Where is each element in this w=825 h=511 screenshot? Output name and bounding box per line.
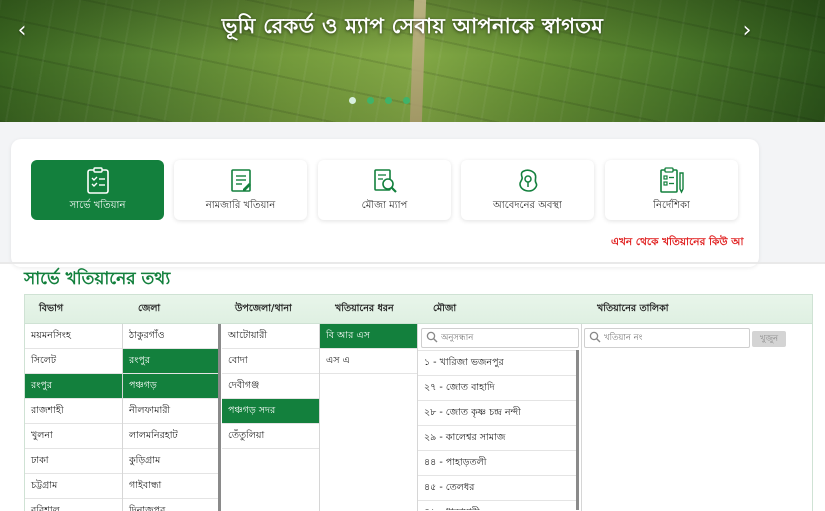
upazila-list: আটোয়ারী বোদা দেবীগঞ্জ পঞ্চগড় সদর তেঁতু… — [222, 324, 320, 511]
service-guideline[interactable]: নির্দেশিকা — [605, 160, 738, 220]
slider-dot[interactable] — [367, 97, 374, 104]
upazila-item[interactable]: পঞ্চগড় সদর — [222, 399, 319, 424]
divider — [0, 262, 825, 264]
banner-title: ভূমি রেকর্ড ও ম্যাপ সেবায় আপনাকে স্বাগত… — [221, 14, 604, 38]
mouza-item[interactable]: ২৮ - জোত কৃষ্ণ চন্দ্র নন্দী — [418, 401, 576, 426]
mouza-item[interactable]: ৪৪ - পাহাড়তলী — [418, 451, 576, 476]
mouza-map-icon — [373, 169, 397, 193]
division-item[interactable]: ঢাকা — [25, 449, 122, 474]
table-header: বিভাগ জেলা উপজেলা/থানা খতিয়ানের ধরন মৌজ… — [25, 295, 812, 324]
header-district: জেলা — [138, 303, 161, 314]
service-label: আবেদনের অবস্থা — [493, 200, 562, 211]
notice-marquee[interactable]: এখন থেকে খতিয়ানের কিউ আ — [611, 235, 743, 252]
division-item[interactable]: খুলনা — [25, 424, 122, 449]
header-mouza: মৌজা — [433, 303, 457, 314]
search-icon — [589, 331, 601, 343]
hero-banner: ভূমি রেকর্ড ও ম্যাপ সেবায় আপনাকে স্বাগত… — [0, 0, 825, 122]
chevron-left-icon[interactable]: ‹ — [12, 18, 32, 43]
district-list[interactable]: ঠাকুরগাঁও রংপুর পঞ্চগড় নীলফামারী লালমনি… — [123, 324, 221, 511]
district-item[interactable]: পঞ্চগড় — [123, 374, 218, 399]
khatian-list-panel — [582, 324, 811, 511]
mouza-item[interactable]: ৪৫ - তেলধর — [418, 476, 576, 501]
application-status-icon — [518, 169, 537, 192]
service-label: নামজারি খতিয়ান — [205, 200, 276, 211]
chevron-right-icon[interactable]: › — [737, 18, 757, 43]
survey-khatian-icon — [86, 167, 109, 194]
mouza-item[interactable]: ২৭ - জোত বাহাদি — [418, 376, 576, 401]
district-item[interactable]: গাইবান্ধা — [123, 474, 218, 499]
district-item[interactable]: রংপুর — [123, 349, 218, 374]
header-khatian-type: খতিয়ানের ধরন — [335, 303, 394, 314]
mouza-item[interactable]: ৪৬ - ধাক্কামারী — [418, 501, 576, 510]
khatian-type-list: বি আর এস এস এ — [320, 324, 418, 511]
guideline-icon — [659, 167, 684, 194]
find-button[interactable]: খুজুন — [752, 331, 786, 347]
district-item[interactable]: দিনাজপুর — [123, 499, 218, 511]
district-item[interactable]: লালমনিরহাট — [123, 424, 218, 449]
search-icon — [426, 331, 438, 343]
division-item[interactable]: চট্টগ্রাম — [25, 474, 122, 499]
district-item[interactable]: নীলফামারী — [123, 399, 218, 424]
upazila-item[interactable]: বোদা — [222, 349, 319, 374]
khatian-search-field[interactable] — [584, 328, 750, 348]
division-item[interactable]: বরিশাল — [25, 499, 122, 511]
service-label: মৌজা ম্যাপ — [361, 200, 408, 211]
service-application-status[interactable]: আবেদনের অবস্থা — [461, 160, 594, 220]
district-item[interactable]: কুড়িগ্রাম — [123, 449, 218, 474]
service-label: নির্দেশিকা — [653, 200, 690, 211]
slider-dot[interactable] — [349, 97, 356, 104]
division-item[interactable]: রাজশাহী — [25, 399, 122, 424]
slider-dot[interactable] — [403, 97, 410, 104]
mouza-list[interactable]: ১ - খারিজা ভজনপুর ২৭ - জোত বাহাদি ২৮ - জ… — [418, 350, 579, 510]
header-division: বিভাগ — [39, 303, 64, 314]
slider-dots — [349, 97, 410, 104]
mouza-search-input[interactable] — [441, 330, 566, 345]
service-mutation-khatian[interactable]: নামজারি খতিয়ান — [174, 160, 307, 220]
mouza-item[interactable]: ২৯ - কালেশ্বর সামাজ — [418, 426, 576, 451]
service-survey-khatian[interactable]: সার্ভে খতিয়ান — [31, 160, 164, 220]
header-khatian-list: খতিয়ানের তালিকা — [597, 303, 669, 314]
header-upazila: উপজেলা/থানা — [235, 303, 292, 314]
service-label: সার্ভে খতিয়ান — [69, 200, 126, 211]
service-mouza-map[interactable]: মৌজা ম্যাপ — [318, 160, 451, 220]
division-item[interactable]: ময়মনসিংহ — [25, 324, 122, 349]
khatian-number-input[interactable] — [604, 330, 736, 345]
khatian-type-item[interactable]: বি আর এস — [320, 324, 417, 349]
upazila-item[interactable]: তেঁতুলিয়া — [222, 424, 319, 449]
section-title: সার্ভে খতিয়ানের তথ্য — [24, 269, 171, 289]
division-list: ময়মনসিংহ সিলেট রংপুর রাজশাহী খুলনা ঢাকা… — [25, 324, 123, 511]
division-item[interactable]: রংপুর — [25, 374, 122, 399]
slider-dot[interactable] — [385, 97, 392, 104]
division-item[interactable]: সিলেট — [25, 349, 122, 374]
upazila-item[interactable]: দেবীগঞ্জ — [222, 374, 319, 399]
mouza-search-field[interactable] — [421, 328, 579, 348]
district-item[interactable]: ঠাকুরগাঁও — [123, 324, 218, 349]
mutation-khatian-icon — [230, 169, 251, 192]
upazila-item[interactable]: আটোয়ারী — [222, 324, 319, 349]
mouza-item[interactable]: ১ - খারিজা ভজনপুর — [418, 350, 576, 376]
khatian-type-item[interactable]: এস এ — [320, 349, 417, 374]
